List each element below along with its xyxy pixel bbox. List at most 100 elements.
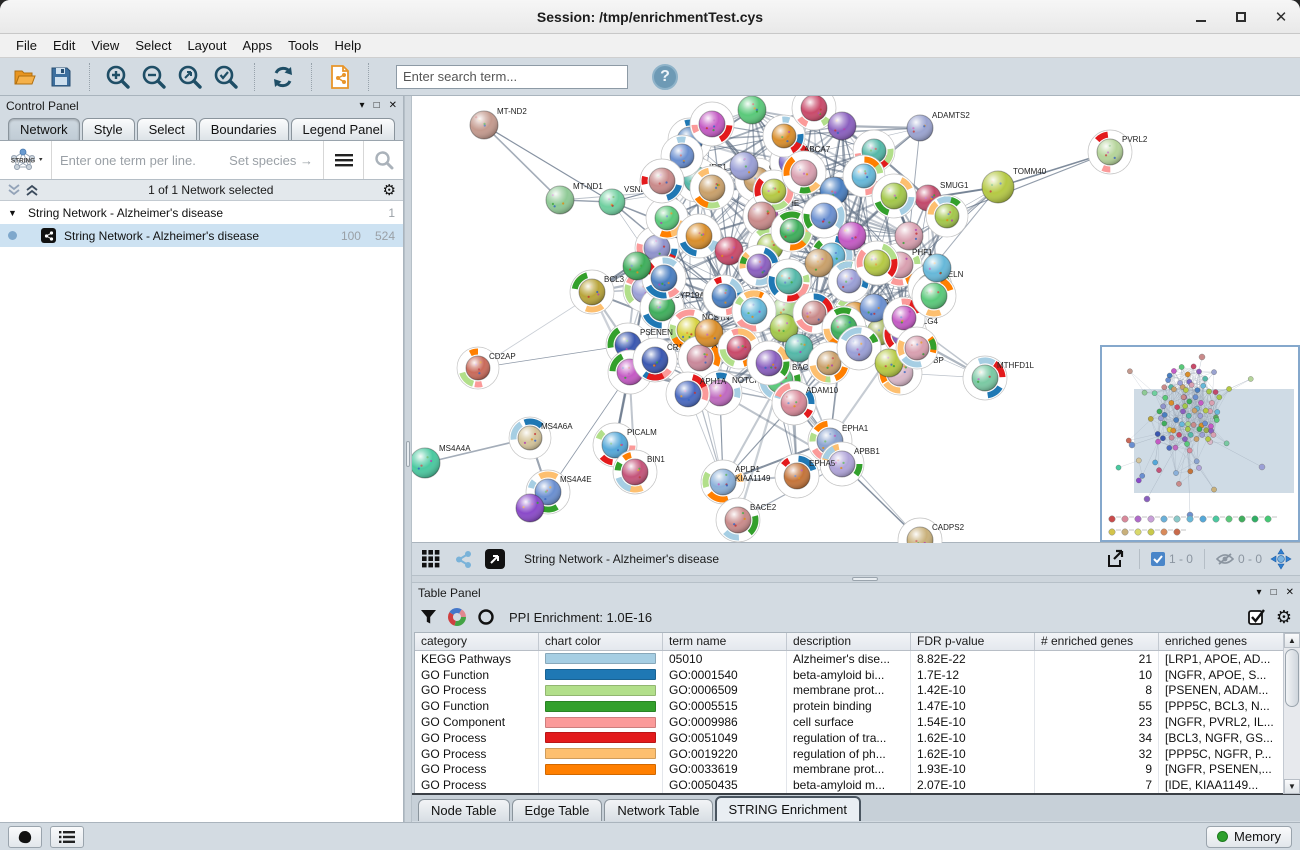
expand-all-icon[interactable]: [25, 183, 39, 197]
network-node-MS4A4A[interactable]: MS4A4A: [412, 444, 471, 478]
table-row[interactable]: GO FunctionGO:0005515protein binding1.47…: [415, 698, 1300, 714]
zoom-in-button[interactable]: [103, 62, 133, 92]
network-node-BIN1[interactable]: BIN1: [613, 450, 665, 494]
panel-close-icon[interactable]: ✕: [389, 100, 397, 111]
export-network-button[interactable]: [1102, 547, 1128, 571]
menu-item-edit[interactable]: Edit: [45, 36, 83, 55]
network-node[interactable]: [895, 222, 923, 250]
table-row[interactable]: KEGG Pathways05010Alzheimer's dise...8.8…: [415, 651, 1300, 667]
collapse-all-icon[interactable]: [7, 183, 21, 197]
help-button[interactable]: ?: [652, 64, 678, 90]
tree-expand-caret-icon[interactable]: ▼: [8, 208, 28, 218]
zoom-selected-button[interactable]: [211, 62, 241, 92]
network-collection-row[interactable]: ▼ String Network - Alzheimer's disease 1: [0, 201, 403, 224]
scrollbar-thumb[interactable]: [1285, 649, 1299, 707]
network-node[interactable]: [782, 151, 826, 195]
table-row[interactable]: GO ComponentGO:0009986cell surface1.54E-…: [415, 714, 1300, 730]
network-node[interactable]: [828, 112, 856, 140]
splitter-grip[interactable]: [852, 577, 878, 581]
pan-tool-button[interactable]: [1268, 547, 1294, 571]
network-node-ADAMTS2[interactable]: ADAMTS2: [907, 111, 970, 141]
column-header-enriched-genes[interactable]: enriched genes: [1159, 633, 1286, 650]
menu-item-file[interactable]: File: [8, 36, 45, 55]
column-header--enriched-genes[interactable]: # enriched genes: [1035, 633, 1159, 650]
menu-item-layout[interactable]: Layout: [179, 36, 234, 55]
gear-icon[interactable]: ⚙: [383, 183, 396, 198]
network-node-PVRL2[interactable]: PVRL2: [1088, 130, 1148, 174]
tab-legend-panel[interactable]: Legend Panel: [291, 118, 395, 140]
memory-button[interactable]: Memory: [1206, 826, 1292, 848]
birdseye-toggle-button[interactable]: [450, 547, 476, 571]
network-node[interactable]: [838, 222, 866, 250]
table-scrollbar[interactable]: ▲ ▼: [1283, 633, 1300, 794]
panel-close-icon[interactable]: ✕: [1286, 587, 1294, 598]
refresh-button[interactable]: [268, 62, 298, 92]
set-species-hint[interactable]: Set species →: [229, 153, 323, 168]
tab-boundaries[interactable]: Boundaries: [199, 118, 289, 140]
network-node[interactable]: [730, 152, 758, 180]
network-node[interactable]: [516, 494, 544, 522]
network-node[interactable]: [690, 102, 734, 146]
table-row[interactable]: GO ProcessGO:0033619membrane prot...1.93…: [415, 762, 1300, 778]
tab-edge-table[interactable]: Edge Table: [512, 799, 603, 821]
network-node-BCL3[interactable]: BCL3: [570, 270, 625, 314]
menu-item-view[interactable]: View: [83, 36, 127, 55]
panel-menu-caret-icon[interactable]: ▾: [1257, 587, 1262, 598]
network-view[interactable]: MT-ND2MT-ND1VSNL1GAB2IRS1CHATABCA7ACHEAD…: [412, 96, 1300, 543]
network-node[interactable]: [623, 252, 651, 280]
filter-icon[interactable]: [420, 609, 437, 625]
network-node[interactable]: [896, 327, 938, 369]
table-row[interactable]: GO ProcessGO:0006509membrane prot...1.42…: [415, 683, 1300, 699]
network-node-CD2AP[interactable]: CD2AP: [457, 347, 516, 389]
table-row[interactable]: GO FunctionGO:0001540beta-amyloid bi...1…: [415, 667, 1300, 683]
network-node[interactable]: [872, 174, 916, 218]
zoom-fit-button[interactable]: [175, 62, 205, 92]
network-node-TOMM40[interactable]: TOMM40: [982, 167, 1047, 203]
network-node[interactable]: [690, 166, 734, 210]
table-row[interactable]: GO ProcessGO:0019220regulation of ph...1…: [415, 746, 1300, 762]
gear-icon[interactable]: ⚙: [1276, 608, 1292, 626]
network-node[interactable]: [677, 214, 721, 258]
network-node[interactable]: [738, 96, 766, 124]
panel-float-icon[interactable]: □: [1271, 587, 1277, 598]
string-query-input[interactable]: [52, 153, 229, 168]
tab-network[interactable]: Network: [8, 118, 80, 140]
string-search-button[interactable]: [363, 141, 403, 179]
network-node-CADPS2[interactable]: CADPS2: [898, 518, 965, 543]
column-header-category[interactable]: category: [415, 633, 539, 650]
tab-select[interactable]: Select: [137, 118, 197, 140]
tab-string-enrichment[interactable]: STRING Enrichment: [715, 796, 861, 821]
zoom-out-button[interactable]: [139, 62, 169, 92]
scroll-up-button[interactable]: ▲: [1284, 633, 1300, 648]
network-node[interactable]: [926, 195, 968, 237]
open-session-button[interactable]: [10, 62, 40, 92]
maximize-button[interactable]: [1232, 8, 1250, 26]
task-history-button[interactable]: [8, 826, 42, 848]
network-node[interactable]: [747, 341, 791, 385]
tab-style[interactable]: Style: [82, 118, 135, 140]
tab-network-table[interactable]: Network Table: [604, 799, 712, 821]
scroll-down-button[interactable]: ▼: [1284, 779, 1300, 794]
select-checkbox-icon[interactable]: [1248, 608, 1266, 626]
ring-chart-icon[interactable]: [477, 608, 495, 626]
network-node-BACE2[interactable]: BACE2: [716, 498, 777, 542]
network-node[interactable]: [732, 289, 776, 333]
search-input[interactable]: [396, 65, 628, 89]
table-row[interactable]: GO ProcessGO:0050435beta-amyloid m...2.0…: [415, 777, 1300, 793]
splitter-grip[interactable]: [406, 441, 410, 467]
string-logo[interactable]: STRING: [0, 141, 52, 179]
column-header-term-name[interactable]: term name: [663, 633, 787, 650]
close-button[interactable]: ✕: [1272, 8, 1290, 26]
string-options-button[interactable]: [323, 141, 363, 179]
donut-chart-icon[interactable]: [447, 607, 467, 627]
save-session-button[interactable]: [46, 62, 76, 92]
panel-float-icon[interactable]: □: [374, 100, 380, 111]
menu-item-help[interactable]: Help: [327, 36, 370, 55]
open-in-window-button[interactable]: [482, 547, 508, 571]
vertical-splitter[interactable]: [404, 96, 412, 822]
network-node[interactable]: [923, 254, 951, 282]
network-node-ADAM10[interactable]: ADAM10: [772, 381, 839, 425]
birdseye-canvas[interactable]: [1102, 347, 1298, 540]
network-node-MT-ND1[interactable]: MT-ND1: [546, 182, 603, 214]
horizontal-splitter[interactable]: [412, 575, 1300, 583]
